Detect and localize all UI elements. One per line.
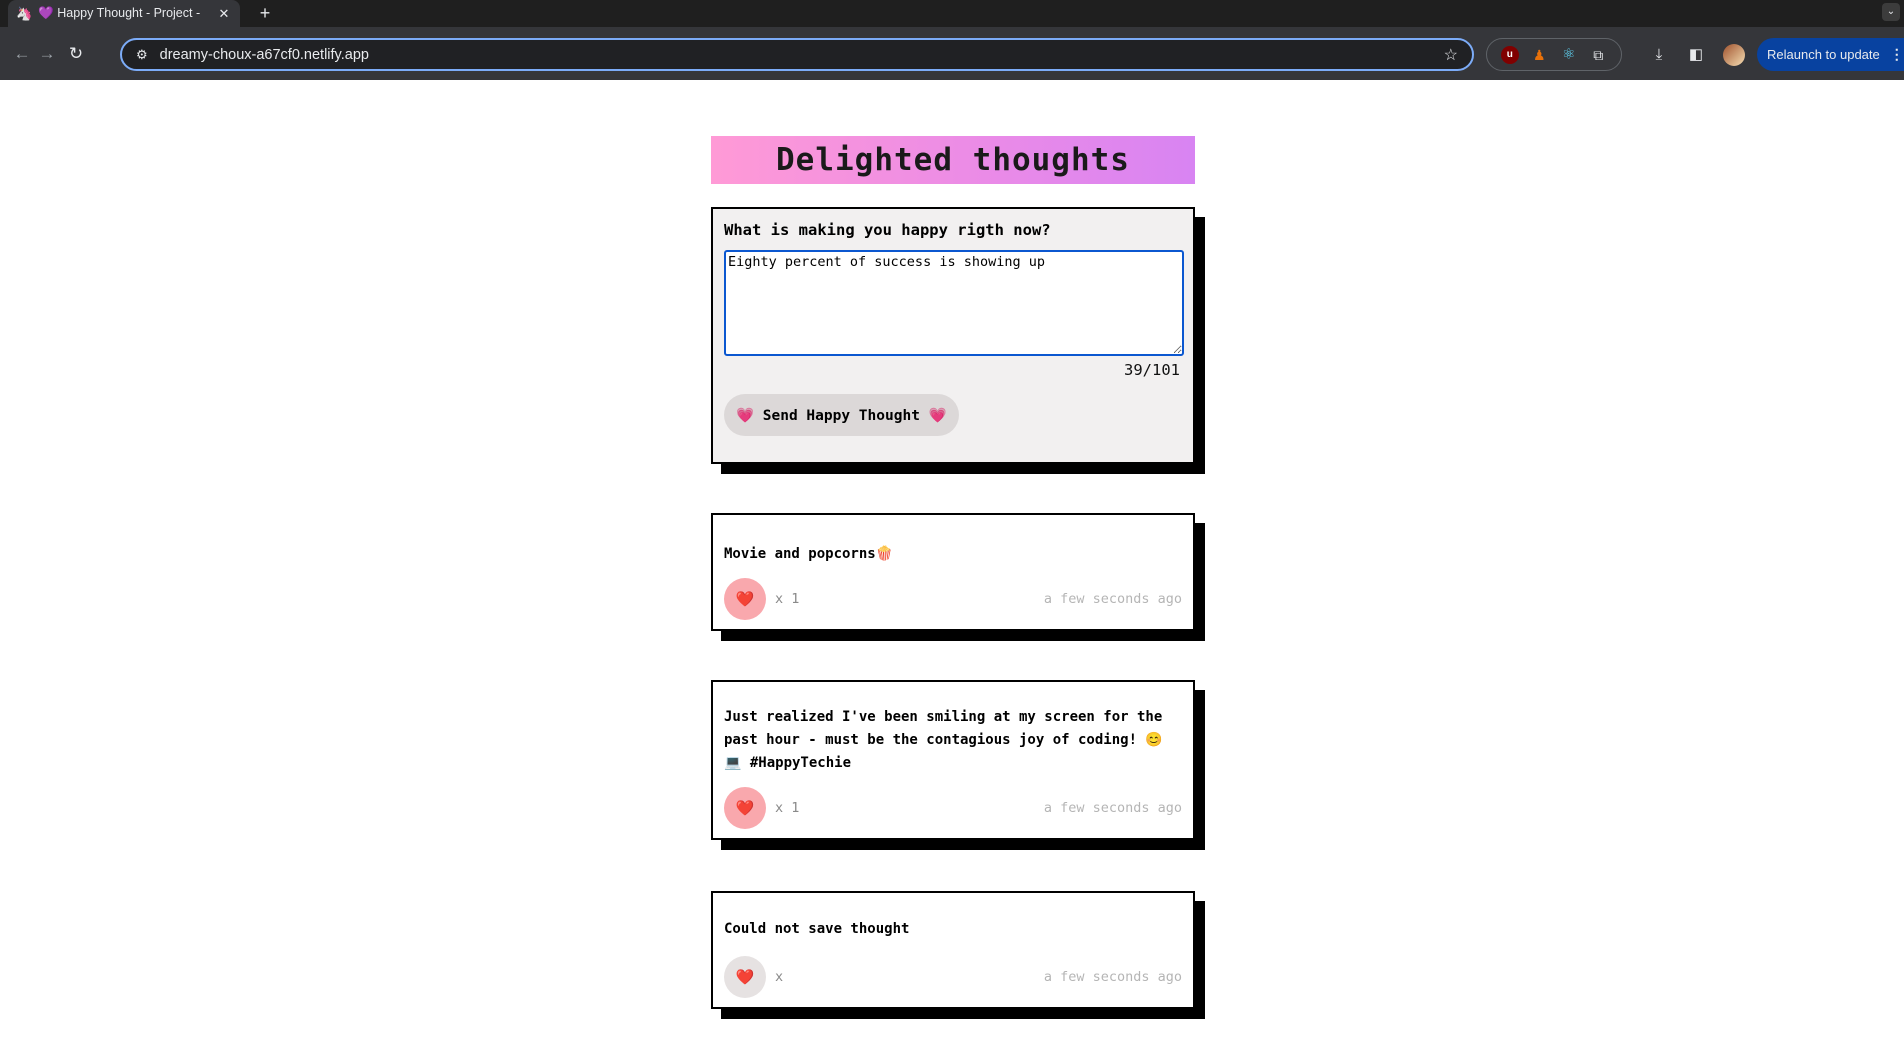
new-tab-button[interactable]: +	[254, 2, 276, 24]
timestamp: a few seconds ago	[1043, 591, 1182, 607]
puzzle-icon[interactable]: ⧉	[1589, 46, 1607, 64]
page-content: Delighted thoughts What is making you ha…	[0, 80, 1904, 1052]
browser-tab-strip: 🦄 💜 Happy Thought - Project - ✕ + ⌄	[0, 0, 1904, 27]
tab-search-icon[interactable]: ⌄	[1882, 3, 1900, 21]
thought-input[interactable]	[724, 250, 1184, 356]
like-count: x	[775, 969, 784, 985]
thought-text: Just realized I've been smiling at my sc…	[724, 709, 1163, 771]
sidepanel-icon[interactable]: ◧	[1685, 44, 1707, 66]
browser-tab[interactable]: 🦄 💜 Happy Thought - Project - ✕	[8, 0, 240, 27]
thought-card: Movie and popcorns🍿 ❤️ x 1 a few seconds…	[711, 513, 1195, 631]
menu-dots-icon[interactable]: ⋮	[1890, 46, 1904, 63]
page-title: Delighted thoughts	[776, 142, 1130, 178]
thought-footer: ❤️ x 1 a few seconds ago	[724, 787, 1182, 829]
back-icon[interactable]: ←	[10, 42, 34, 66]
send-thought-button[interactable]: 💗 Send Happy Thought 💗	[724, 394, 959, 436]
like-button[interactable]: ❤️	[724, 578, 766, 620]
extensions-group: u ♟ ⚛ ⧉	[1486, 38, 1622, 71]
tab-close-icon[interactable]: ✕	[216, 6, 232, 22]
relaunch-label: Relaunch to update	[1767, 47, 1880, 62]
react-devtools-icon[interactable]: ⚛	[1560, 46, 1578, 64]
thought-footer: ❤️ x a few seconds ago	[724, 956, 1182, 998]
like-count: x 1	[775, 591, 800, 607]
form-question: What is making you happy rigth now?	[724, 221, 1051, 239]
thought-card: Just realized I've been smiling at my sc…	[711, 680, 1195, 840]
address-bar[interactable]: ⚙ dreamy-choux-a67cf0.netlify.app ☆	[120, 38, 1474, 71]
bookmark-star-icon[interactable]: ☆	[1444, 45, 1458, 65]
reload-icon[interactable]: ↻	[64, 42, 88, 66]
fox-extension-icon[interactable]: ♟	[1530, 46, 1548, 64]
thought-text: Could not save thought	[724, 921, 910, 937]
thought-form: What is making you happy rigth now? 39/1…	[711, 207, 1195, 464]
tab-favicon-icon: 🦄	[16, 5, 33, 21]
relaunch-button[interactable]: Relaunch to update ⋮	[1757, 38, 1904, 71]
like-button[interactable]: ❤️	[724, 787, 766, 829]
site-info-icon[interactable]: ⚙	[136, 47, 148, 63]
send-button-label: 💗 Send Happy Thought 💗	[736, 407, 947, 424]
char-count: 39/101	[1124, 361, 1180, 379]
heart-icon: ❤️	[735, 800, 755, 817]
like-count: x 1	[775, 800, 800, 816]
forward-icon[interactable]: →	[35, 42, 59, 66]
tab-title: 💜 Happy Thought - Project -	[38, 6, 201, 20]
download-icon[interactable]: ⤓	[1648, 44, 1670, 66]
page-header: Delighted thoughts	[711, 136, 1195, 184]
timestamp: a few seconds ago	[1043, 800, 1182, 816]
browser-toolbar: ← → ↻ ⚙ dreamy-choux-a67cf0.netlify.app …	[0, 27, 1904, 80]
timestamp: a few seconds ago	[1043, 969, 1182, 985]
like-button[interactable]: ❤️	[724, 956, 766, 998]
url-text[interactable]: dreamy-choux-a67cf0.netlify.app	[160, 47, 1444, 63]
thought-card: Could not save thought ❤️ x a few second…	[711, 891, 1195, 1009]
thought-text: Movie and popcorns🍿	[724, 546, 894, 562]
thought-footer: ❤️ x 1 a few seconds ago	[724, 578, 1182, 620]
ublock-icon[interactable]: u	[1500, 45, 1519, 64]
heart-icon: ❤️	[735, 969, 755, 986]
avatar[interactable]	[1723, 44, 1745, 66]
heart-icon: ❤️	[735, 591, 755, 608]
